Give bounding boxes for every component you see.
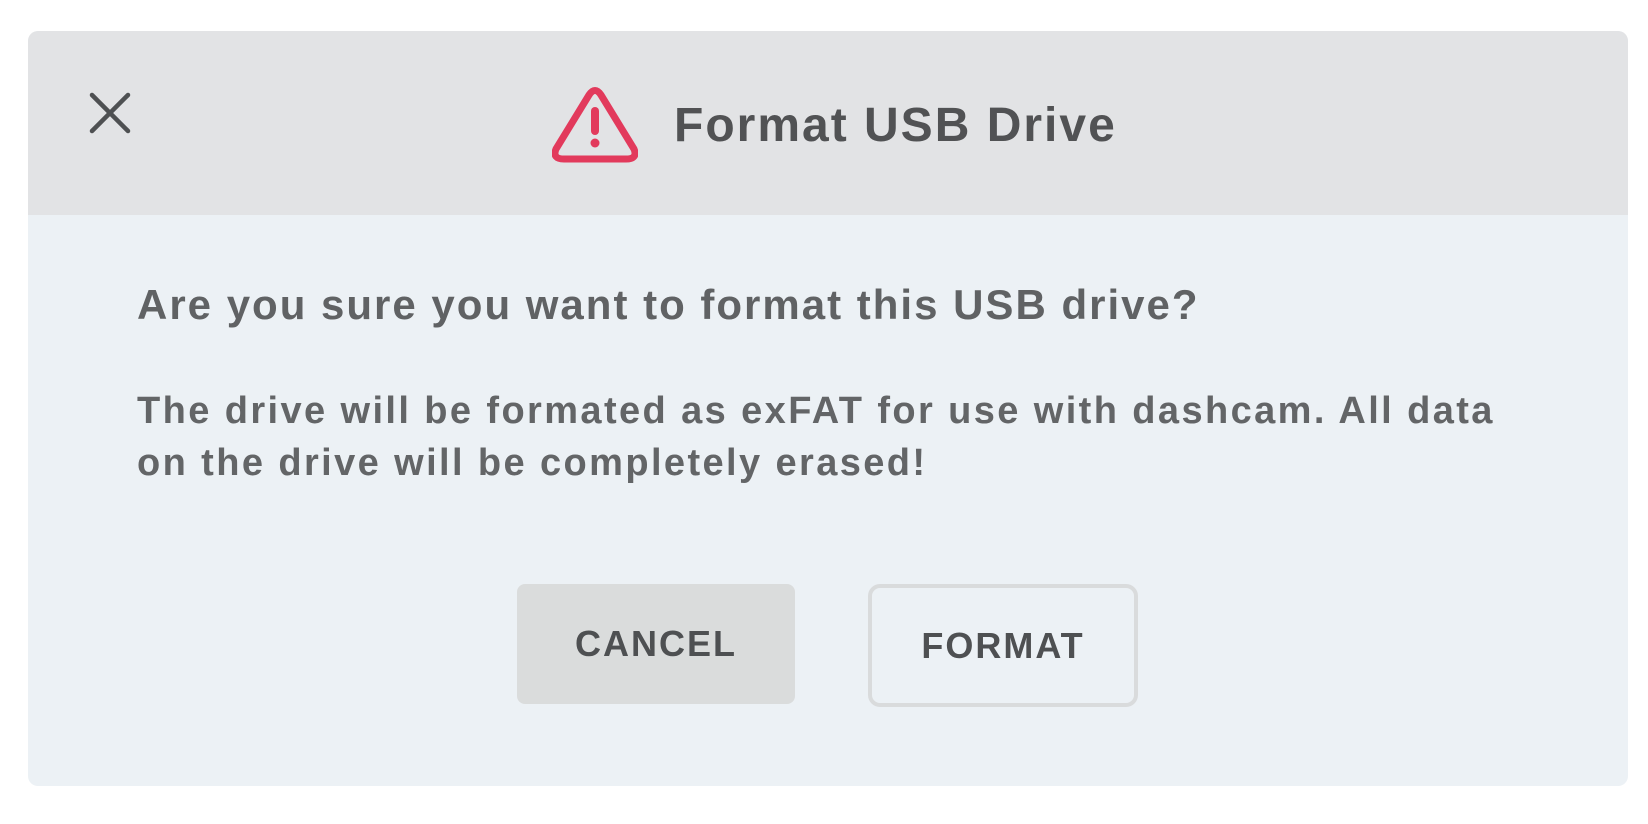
dialog-body: Are you sure you want to format this USB… [28, 215, 1628, 786]
dialog-title: Format USB Drive [674, 98, 1117, 152]
title-group: Format USB Drive [550, 79, 1117, 171]
dialog-header: Format USB Drive [28, 31, 1628, 215]
confirmation-question: Are you sure you want to format this USB… [137, 281, 1200, 328]
format-usb-dialog: Format USB Drive Are you sure you want t… [28, 31, 1628, 786]
warning-icon [550, 85, 640, 165]
close-icon [89, 92, 131, 134]
warning-description: The drive will be formated as exFAT for … [137, 390, 1495, 484]
close-button[interactable] [80, 83, 140, 143]
cancel-button[interactable]: CANCEL [517, 584, 795, 704]
format-button[interactable]: FORMAT [868, 584, 1138, 707]
